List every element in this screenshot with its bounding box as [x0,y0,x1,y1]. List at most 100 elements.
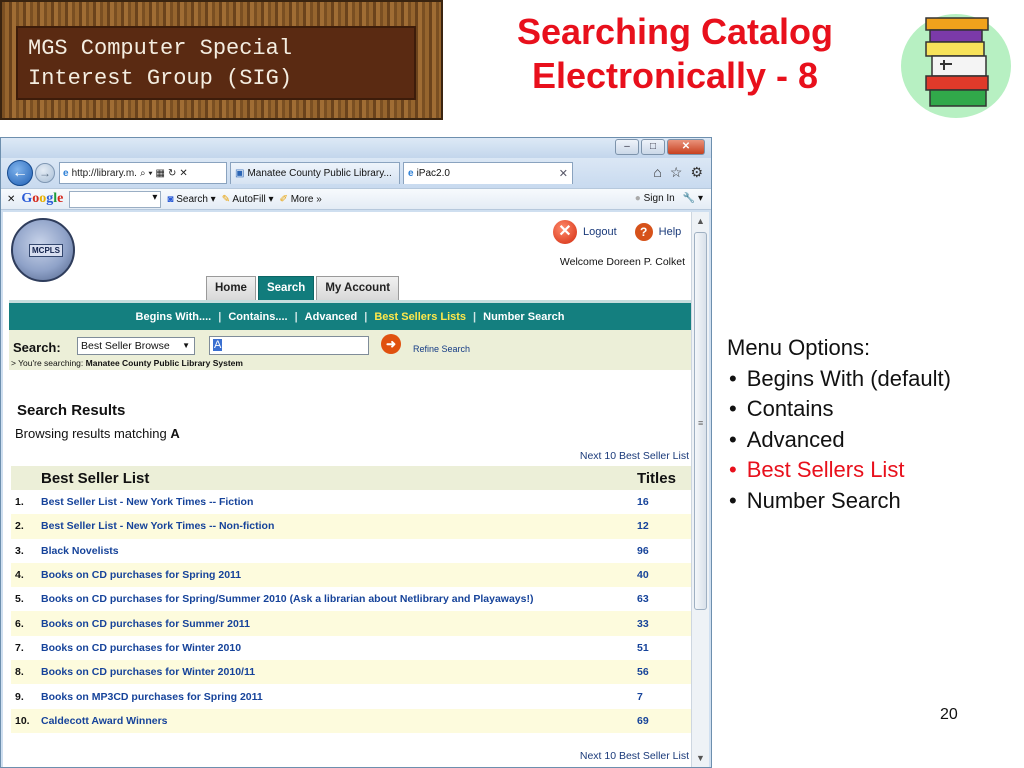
bullet-icon: • [729,457,737,482]
scroll-up-icon[interactable]: ▲ [696,216,705,226]
more-button[interactable]: ✐ More » [280,194,322,205]
menu-option-label: Begins With (default) [746,365,951,391]
nav-bar: ← → e http://library.m. ⌕ ▾ ▦ ↻ ✕ ▣ Mana… [1,158,711,188]
scrollbar[interactable]: ▲ ≡ ▼ [691,212,709,767]
back-icon[interactable]: ← [7,160,33,186]
row-number: 7. [11,635,41,661]
page-icon: ▣ [235,168,245,179]
best-seller-list-link[interactable]: Books on CD purchases for Spring 2011 [41,562,637,588]
table-row: 3. Black Novelists 96 [11,538,691,563]
titles-count-link[interactable]: 16 [637,490,691,515]
help-icon[interactable]: ? [634,223,653,241]
maximize-button[interactable]: □ [641,139,665,155]
best-seller-list-link[interactable]: Books on CD purchases for Winter 2010/11 [41,660,637,685]
logout-link[interactable]: Logout [583,226,617,238]
refresh-icon[interactable]: ↻ [168,168,176,179]
go-arrow-icon[interactable]: ➜ [381,334,401,354]
best-seller-list-link[interactable]: Books on CD purchases for Winter 2010 [41,635,637,661]
tab-manatee-library[interactable]: ▣ Manatee County Public Library... [230,162,400,184]
titles-count-link[interactable]: 51 [637,635,691,661]
close-button[interactable]: ✕ [667,139,705,155]
logout-icon[interactable]: ✕ [553,220,577,244]
search-icon[interactable]: ⌕ ▾ [140,168,153,179]
best-seller-list-link[interactable]: Books on CD purchases for Summer 2011 [41,611,637,636]
menu-option-item: • Begins With (default) [727,364,951,395]
search-row: Search: Best Seller Browse ▼ A ➜ Refine … [9,330,691,370]
tab-search[interactable]: Search [257,276,315,300]
slide: MGS Computer Special Interest Group (SIG… [0,0,1024,768]
best-seller-list-link[interactable]: Best Seller List - New York Times -- Fic… [41,490,637,515]
scroll-down-icon[interactable]: ▼ [696,753,705,763]
web-page: MCPLS ✕ Logout ? Help Welcome Doreen P. … [3,212,691,767]
next-10-link-bottom[interactable]: Next 10 Best Seller List [580,750,689,762]
table-row: 8. Books on CD purchases for Winter 2010/… [11,660,691,685]
search-type-select[interactable]: Best Seller Browse ▼ [77,337,195,355]
titles-count-link[interactable]: 96 [637,538,691,563]
titles-count-link[interactable]: 40 [637,562,691,588]
tab-home[interactable]: Home [206,276,256,300]
titles-count-link[interactable]: 7 [637,684,691,709]
library-logo[interactable]: MCPLS [11,218,75,282]
browsing-text: Browsing results matching A [15,426,180,441]
forward-icon[interactable]: → [35,163,55,183]
page-tabs: Home Search My Account [206,276,400,300]
chevron-down-icon: ▼ [182,341,190,350]
menu-begins-with[interactable]: Begins With.... [129,311,219,323]
next-10-link-top[interactable]: Next 10 Best Seller List [580,450,689,462]
welcome-text: Welcome Doreen P. Colket [559,256,685,268]
google-toolbar: ✕ Google ▾ ◙ Search ▾ ✎ AutoFill ▾ ✐ Mor… [1,188,711,210]
pencil-icon: ✎ [221,193,231,205]
address-bar[interactable]: e http://library.m. ⌕ ▾ ▦ ↻ ✕ [59,162,227,184]
pen-icon: ✐ [279,193,288,205]
compat-icon[interactable]: ▦ [156,168,165,179]
menu-contains[interactable]: Contains.... [221,311,294,323]
menu-best-sellers-lists[interactable]: Best Sellers Lists [367,311,473,323]
google-search-button[interactable]: ◙ Search ▾ [167,194,215,205]
tab-my-account[interactable]: My Account [316,276,400,300]
best-seller-list-link[interactable]: Black Novelists [41,538,637,563]
row-number: 4. [11,562,41,588]
titles-count-link[interactable]: 63 [637,587,691,612]
menu-option-label: Number Search [746,487,901,513]
page-number: 20 [940,706,958,723]
help-link[interactable]: Help [659,226,682,238]
wrench-icon[interactable]: 🔧 ▾ [683,193,703,204]
ie-icon: e [63,167,69,179]
gear-icon[interactable]: ⚙ [690,164,703,181]
sig-banner-panel: MGS Computer Special Interest Group (SIG… [16,26,416,100]
menu-advanced[interactable]: Advanced [298,311,365,323]
titles-count-link[interactable]: 56 [637,660,691,685]
best-seller-list-link[interactable]: Books on MP3CD purchases for Spring 2011 [41,684,637,709]
header-titles: Titles [637,466,691,490]
tab-ipac[interactable]: e iPac2.0 ✕ [403,162,573,184]
autofill-button[interactable]: ✎ AutoFill ▾ [222,194,274,205]
stop-icon[interactable]: ✕ [179,168,187,179]
scroll-thumb[interactable]: ≡ [694,232,707,610]
menu-number-search[interactable]: Number Search [476,311,571,323]
row-number: 8. [11,660,41,685]
searching-scope: > You're searching: Manatee County Publi… [11,358,243,368]
minimize-button[interactable]: – [615,139,639,155]
menu-option-item: • Advanced [727,425,951,456]
account-links: ✕ Logout ? Help [553,220,681,244]
best-seller-list-link[interactable]: Caldecott Award Winners [41,708,637,733]
favorites-star-icon[interactable]: ☆ [670,164,683,181]
home-icon[interactable]: ⌂ [653,164,661,181]
search-input[interactable]: A [209,336,369,355]
titles-count-link[interactable]: 12 [637,514,691,539]
google-search-input[interactable]: ▾ [69,190,162,208]
titles-count-link[interactable]: 69 [637,708,691,733]
refine-search-link[interactable]: Refine Search [413,344,470,354]
sign-in-button[interactable]: ● Sign In [635,193,675,204]
row-number: 2. [11,514,41,539]
books-icon [901,14,1011,118]
table-row: 7. Books on CD purchases for Winter 2010 5… [11,635,691,661]
table-row: 4. Books on CD purchases for Spring 2011 4… [11,562,691,588]
slide-title: Searching Catalog Electronically - 8 [470,10,880,98]
tab-close-icon[interactable]: ✕ [559,167,568,180]
titles-count-link[interactable]: 33 [637,611,691,636]
best-seller-list-link[interactable]: Best Seller List - New York Times -- Non… [41,514,637,539]
toolbar-close-icon[interactable]: ✕ [7,194,15,205]
results-table: Best Seller List Titles 1. Best Seller Li… [11,466,691,733]
best-seller-list-link[interactable]: Books on CD purchases for Spring/Summer … [41,587,637,612]
